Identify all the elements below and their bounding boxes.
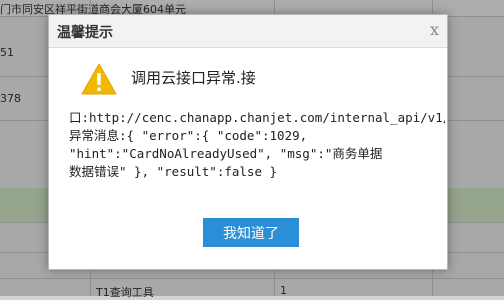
warning-icon [81,63,117,95]
close-icon[interactable]: x [430,20,439,39]
message-title: 调用云接口异常.接 [131,69,256,87]
message-line: 口:http://cenc.chanapp.chanjet.com/intern… [69,110,445,125]
alert-dialog: 温馨提示 x 调用云接口异常.接 口:http://cenc.chanapp.c… [48,14,448,270]
message-line: 数据错误" }, "result":false } [69,164,278,179]
dialog-title: 温馨提示 [57,25,113,41]
ok-button[interactable]: 我知道了 [203,218,299,247]
message-body: 口:http://cenc.chanapp.chanjet.com/intern… [69,109,445,181]
message-line: 异常消息:{ "error":{ "code":1029, [69,128,308,143]
message-line: "hint":"CardNoAlreadyUsed", "msg":"商务单据 [69,146,383,161]
dialog-header: 温馨提示 x [49,15,447,48]
